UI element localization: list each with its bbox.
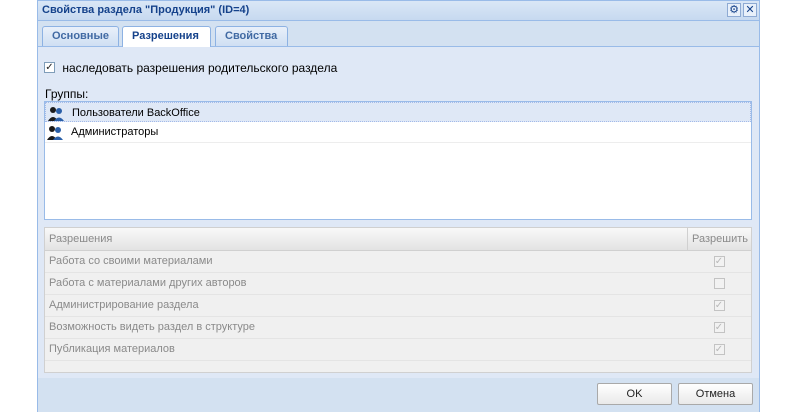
inherit-checkbox[interactable]: ✓	[44, 62, 55, 74]
permissions-grid: Разрешения Разрешить Работа со своими ма…	[44, 227, 752, 373]
tab-properties[interactable]: Свойства	[215, 26, 288, 46]
column-allow: Разрешить	[687, 228, 751, 250]
tab-permissions[interactable]: Разрешения	[122, 26, 211, 47]
group-row-label: Администраторы	[71, 126, 159, 138]
permission-label: Возможность видеть раздел в структуре	[49, 321, 255, 333]
properties-window: Свойства раздела "Продукция" (ID=4) ⚙ ✕ …	[37, 0, 760, 412]
group-row-label: Пользователи BackOffice	[72, 107, 200, 119]
cancel-button[interactable]: Отмена	[678, 383, 753, 405]
ok-button[interactable]: OK	[597, 383, 672, 405]
user-group-icon	[47, 126, 63, 140]
permission-allow-cell	[687, 273, 751, 294]
permission-allow-checkbox	[713, 277, 725, 289]
permission-allow-checkbox: ✓	[713, 255, 725, 267]
permission-allow-cell: ✓	[687, 295, 751, 316]
close-icon[interactable]: ✕	[743, 3, 757, 17]
permission-allow-cell: ✓	[687, 339, 751, 360]
permission-row: Публикация материалов ✓	[45, 339, 751, 361]
permission-allow-cell: ✓	[687, 317, 751, 338]
permission-allow-cell: ✓	[687, 251, 751, 272]
permission-label: Работа с материалами других авторов	[49, 277, 247, 289]
user-group-icon	[48, 107, 64, 121]
permission-label: Администрирование раздела	[49, 299, 199, 311]
permission-label: Публикация материалов	[49, 343, 175, 355]
window-titlebar[interactable]: Свойства раздела "Продукция" (ID=4) ⚙ ✕	[38, 1, 759, 21]
column-permissions: Разрешения	[49, 233, 113, 245]
inherit-checkbox-row[interactable]: ✓ наследовать разрешения родительского р…	[44, 60, 338, 75]
groups-list: Пользователи BackOffice Администраторы	[44, 101, 752, 220]
permission-row: Работа со своими материалами ✓	[45, 251, 751, 273]
group-row[interactable]: Пользователи BackOffice	[45, 102, 751, 122]
permission-allow-checkbox: ✓	[713, 321, 725, 333]
permissions-header: Разрешения Разрешить	[45, 228, 751, 251]
group-row[interactable]: Администраторы	[45, 122, 751, 143]
permission-row: Возможность видеть раздел в структуре ✓	[45, 317, 751, 339]
permission-label: Работа со своими материалами	[49, 255, 213, 267]
dialog-footer: OK Отмена	[38, 378, 759, 412]
permission-row: Работа с материалами других авторов	[45, 273, 751, 295]
tab-strip: Основные Разрешения Свойства	[38, 21, 759, 47]
permission-allow-checkbox: ✓	[713, 299, 725, 311]
tab-content: ✓ наследовать разрешения родительского р…	[38, 47, 759, 378]
groups-label: Группы:	[45, 87, 89, 101]
permission-allow-checkbox: ✓	[713, 343, 725, 355]
tab-main[interactable]: Основные	[42, 26, 119, 46]
gear-icon[interactable]: ⚙	[727, 3, 741, 17]
window-title: Свойства раздела "Продукция" (ID=4)	[42, 4, 250, 16]
permission-row: Администрирование раздела ✓	[45, 295, 751, 317]
inherit-checkbox-label: наследовать разрешения родительского раз…	[62, 60, 338, 75]
